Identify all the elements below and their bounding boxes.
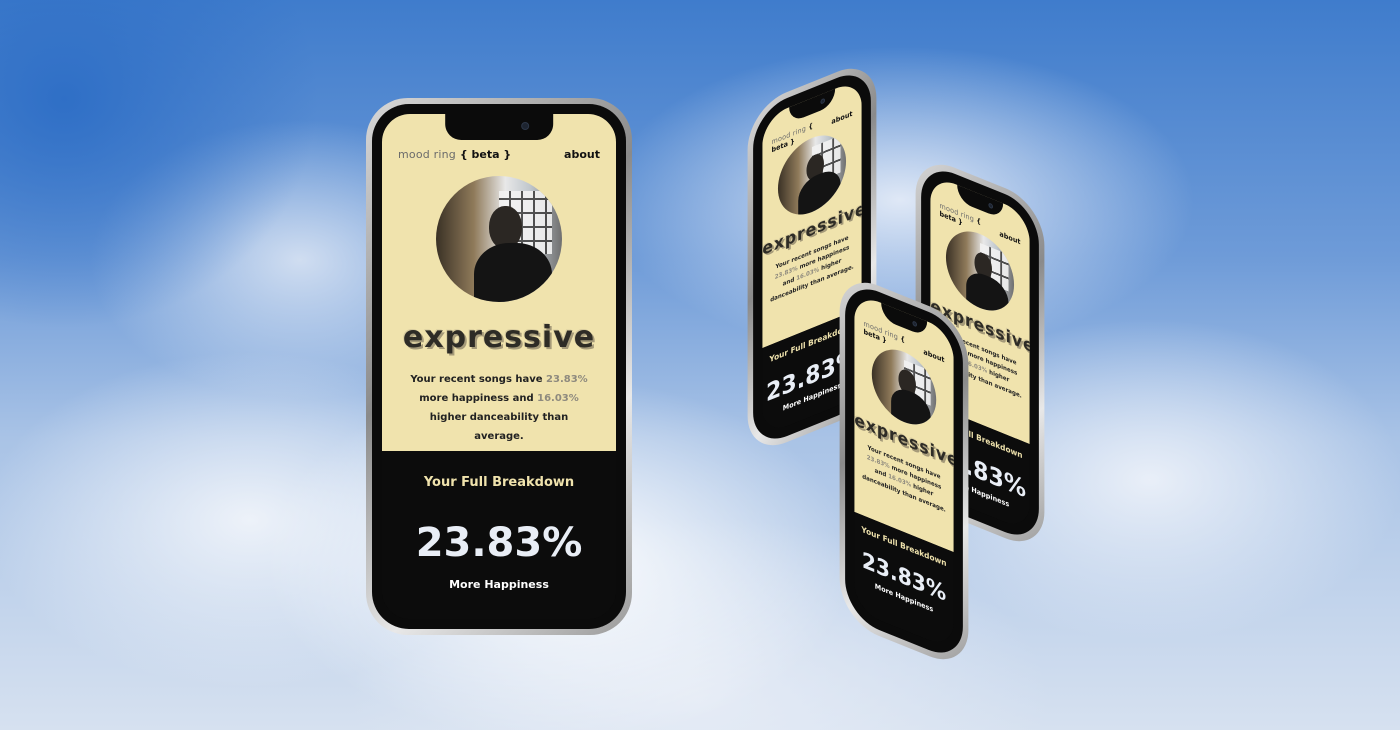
top-nav: mood ring { beta } about [398, 148, 600, 161]
about-link[interactable]: about [564, 148, 600, 161]
brand-logo[interactable]: mood ring { beta } [398, 148, 511, 161]
mood-word: expressive [402, 320, 596, 355]
summary-suffix: higher danceability than average. [429, 412, 569, 442]
sky-background [0, 0, 320, 330]
brand-name: mood ring [398, 148, 456, 161]
breakdown-section: Your Full Breakdown 23.83% More Happines… [382, 451, 616, 619]
camera-icon [820, 97, 825, 105]
about-link[interactable]: about [923, 348, 944, 365]
danceability-percent: 16.03% [537, 393, 579, 404]
app-screen: mood ring { beta } about expressive Your… [854, 291, 954, 651]
breakdown-title: Your Full Breakdown [423, 475, 575, 490]
happiness-stat-label: More Happiness [449, 578, 549, 591]
phone-notch [445, 114, 553, 140]
mood-section: mood ring { beta } about expressive Your… [854, 291, 954, 553]
camera-icon [521, 122, 530, 130]
camera-icon [912, 320, 917, 328]
app-screen: mood ring { beta } about expressive Your… [382, 114, 616, 619]
about-link[interactable]: about [999, 230, 1020, 247]
camera-icon [988, 202, 993, 210]
happiness-percent: 23.83% [546, 374, 588, 385]
avatar [436, 176, 562, 302]
mood-description: Your recent songs have 23.83% more happi… [410, 370, 588, 446]
phone-mockup-main: mood ring { beta } about expressive Your… [366, 98, 632, 635]
about-link[interactable]: about [831, 110, 852, 127]
brand-beta-tag: { beta } [459, 148, 512, 161]
summary-prefix: Your recent songs have [410, 374, 543, 385]
mood-section: mood ring { beta } about expressive Your… [382, 114, 616, 451]
summary-mid: more happiness and [419, 393, 534, 404]
phone-mockup-iso-front: mood ring { beta } about expressive Your… [839, 269, 969, 673]
happiness-stat-value: 23.83% [415, 520, 583, 566]
